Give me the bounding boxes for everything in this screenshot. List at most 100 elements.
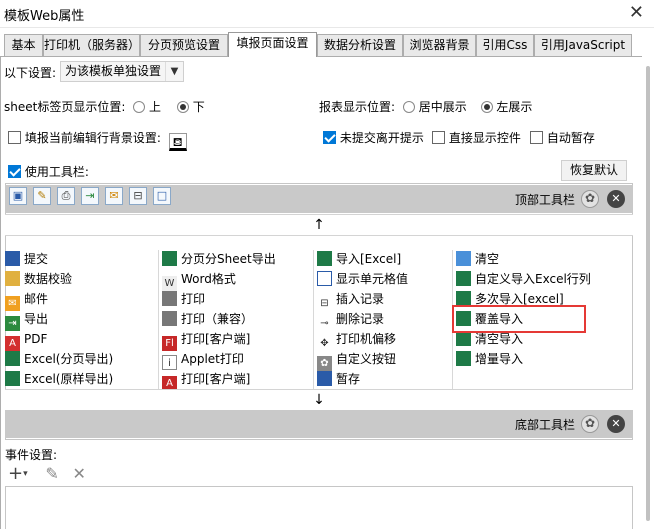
btn-print-client[interactable]: Fl 打印[客户端]: [162, 329, 250, 351]
btn-printer-offset-label: 打印机偏移: [336, 332, 397, 346]
excel-icon: [456, 331, 471, 346]
direct-widget-checkbox[interactable]: [432, 131, 445, 144]
delete-icon[interactable]: ✕: [73, 464, 86, 483]
insert-record-icon[interactable]: ⊟: [129, 187, 147, 205]
tab-printer[interactable]: 打印机（服务器）: [43, 34, 140, 56]
report-pos-label: 报表显示位置:: [319, 100, 396, 114]
settings-select[interactable]: 为该模板单独设置 ▼: [60, 61, 184, 82]
bottom-toolbar-label: 底部工具栏: [514, 418, 575, 432]
btn-page-sheet-export-label: 分页分Sheet导出: [181, 252, 276, 266]
tab-fill-page[interactable]: 填报页面设置: [228, 32, 317, 57]
btn-validate-label: 数据校验: [24, 272, 73, 286]
btn-print-compat-label: 打印（兼容）: [181, 312, 254, 326]
btn-applet-print[interactable]: i Applet打印: [162, 349, 244, 370]
use-toolbar-checkbox[interactable]: [8, 165, 21, 178]
btn-excel-page[interactable]: Excel(分页导出): [5, 349, 113, 369]
btn-custom-import-excel-label: 自定义导入Excel行列: [475, 272, 591, 286]
save-icon: [5, 251, 20, 266]
close-icon[interactable]: ✕: [607, 190, 625, 208]
radio-sheet-top[interactable]: [133, 101, 146, 113]
close-icon[interactable]: ✕: [607, 415, 625, 433]
tab-browser-bg[interactable]: 浏览器背景: [403, 34, 476, 56]
scrollbar-thumb[interactable]: [646, 66, 650, 521]
paint-bucket-icon[interactable]: ⛾: [168, 133, 187, 151]
radio-report-left-label: 左展示: [496, 100, 533, 114]
btn-incremental-import[interactable]: 增量导入: [456, 349, 523, 369]
excel-icon: [317, 251, 332, 266]
btn-custom-button[interactable]: ✿ 自定义按钮: [317, 349, 396, 371]
btn-mail[interactable]: ✉ 邮件: [5, 289, 48, 311]
btn-word[interactable]: W Word格式: [162, 269, 236, 291]
chevron-down-icon[interactable]: ▼: [165, 62, 183, 81]
top-toolbar-strip: 顶部工具栏 ✿ ✕: [5, 185, 633, 213]
radio-report-center-label: 居中展示: [418, 100, 467, 114]
btn-clear[interactable]: 清空: [456, 249, 499, 269]
unsubmitted-row: 未提交离开提示: [323, 129, 424, 146]
tab-pagination-preview[interactable]: 分页预览设置: [140, 34, 228, 56]
sheet-pos-row: sheet标签页显示位置: 上 下: [4, 98, 205, 115]
btn-page-sheet-export[interactable]: 分页分Sheet导出: [162, 249, 276, 269]
btn-print-client-2[interactable]: A 打印[客户端]: [162, 369, 250, 391]
btn-import-excel-label: 导入[Excel]: [336, 252, 402, 266]
btn-print[interactable]: 打印: [162, 289, 205, 309]
grid-divider: [313, 250, 314, 390]
fill-bg-checkbox[interactable]: [8, 131, 21, 144]
fill-bg-label: 填报当前编辑行背景设置:: [24, 131, 161, 145]
gear-icon[interactable]: ✿: [581, 190, 599, 208]
btn-submit[interactable]: 提交: [5, 249, 48, 269]
move-up-row: ↑: [5, 214, 633, 236]
btn-temp-save[interactable]: 暂存: [317, 369, 360, 389]
close-icon[interactable]: ✕: [629, 2, 644, 23]
save-icon[interactable]: ▣: [9, 187, 27, 205]
tab-css[interactable]: 引用Css: [476, 34, 534, 56]
radio-sheet-bottom[interactable]: [176, 101, 189, 113]
unsubmitted-checkbox[interactable]: [323, 131, 336, 144]
btn-validate[interactable]: 数据校验: [5, 269, 72, 289]
gear-icon[interactable]: ✿: [581, 415, 599, 433]
tab-basic[interactable]: 基本: [4, 34, 43, 56]
edit-icon[interactable]: ✎: [45, 464, 58, 483]
tab-data-analysis[interactable]: 数据分析设置: [317, 34, 403, 56]
btn-word-label: Word格式: [181, 272, 236, 286]
radio-report-center[interactable]: [402, 101, 415, 113]
restore-default-button[interactable]: 恢复默认: [561, 160, 627, 181]
autosave-checkbox[interactable]: [530, 131, 543, 144]
add-icon[interactable]: +: [8, 463, 23, 484]
btn-applet-print-label: Applet打印: [181, 352, 244, 366]
btn-delete-record[interactable]: ⊸ 删除记录: [317, 309, 384, 331]
mail-icon[interactable]: ✉: [105, 187, 123, 205]
btn-show-cell-value[interactable]: 显示单元格值: [317, 269, 408, 289]
arrow-up-icon[interactable]: ↑: [313, 217, 325, 233]
report-pos-row: 报表显示位置: 居中展示 左展示: [319, 98, 532, 115]
print-icon[interactable]: ⎙: [57, 187, 75, 205]
btn-clear-import-label: 清空导入: [475, 332, 524, 346]
arrow-down-icon[interactable]: ↓: [313, 392, 325, 408]
window-title: 模板Web属性: [4, 9, 85, 24]
btn-import-excel[interactable]: 导入[Excel]: [317, 249, 401, 269]
events-toolbar: +▾ ✎ ✕: [8, 463, 86, 484]
btn-printer-offset[interactable]: ✥ 打印机偏移: [317, 329, 397, 351]
btn-export[interactable]: ⇥ 导出: [5, 309, 48, 331]
chevron-down-icon[interactable]: ▾: [23, 469, 28, 479]
btn-insert-record[interactable]: ⊟ 插入记录: [317, 289, 384, 311]
events-list[interactable]: [5, 486, 633, 529]
tab-javascript[interactable]: 引用JavaScript: [534, 34, 632, 56]
print-icon: [162, 311, 177, 326]
unsubmitted-label: 未提交离开提示: [339, 131, 424, 145]
btn-pdf[interactable]: A PDF: [5, 329, 47, 351]
btn-excel-original[interactable]: Excel(原样导出): [5, 369, 113, 389]
top-toolbar-label: 顶部工具栏: [514, 193, 575, 207]
radio-report-left[interactable]: [480, 101, 493, 113]
print-icon: [162, 291, 177, 306]
excel-icon: [5, 371, 20, 386]
scrollbar[interactable]: [642, 56, 654, 529]
validate-icon[interactable]: ✎: [33, 187, 51, 205]
excel-icon: [5, 351, 20, 366]
btn-print-compat[interactable]: 打印（兼容）: [162, 309, 253, 329]
btn-custom-import-excel[interactable]: 自定义导入Excel行列: [456, 269, 591, 289]
excel-icon: [456, 271, 471, 286]
bottom-toolbar-strip: 底部工具栏 ✿ ✕: [5, 410, 633, 438]
show-cell-value-icon[interactable]: □: [153, 187, 171, 205]
btn-print-label: 打印: [181, 292, 206, 306]
export-icon[interactable]: ⇥: [81, 187, 99, 205]
